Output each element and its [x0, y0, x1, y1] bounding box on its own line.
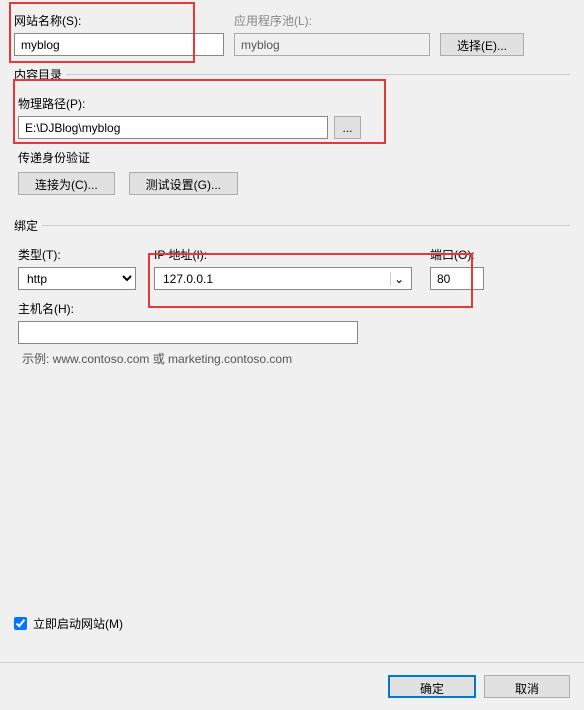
- binding-ip-input[interactable]: [159, 272, 390, 286]
- content-dir-fieldset: 内容目录 物理路径(P): ... 传递身份验证 连接为(C)... 测试设置(…: [14, 66, 570, 207]
- site-name-input[interactable]: [14, 33, 224, 56]
- cancel-button[interactable]: 取消: [484, 675, 570, 698]
- binding-ip-label: IP 地址(I):: [154, 246, 412, 263]
- hostname-example: 示例: www.contoso.com 或 marketing.contoso.…: [18, 350, 566, 367]
- app-pool-label: 应用程序池(L):: [234, 12, 430, 29]
- browse-path-button[interactable]: ...: [334, 116, 361, 139]
- binding-fieldset: 绑定 类型(T): http IP 地址(I): ⌄: [14, 217, 570, 375]
- binding-type-label: 类型(T):: [18, 246, 136, 263]
- binding-type-select[interactable]: http: [18, 267, 136, 290]
- start-immediately-checkbox[interactable]: [14, 617, 27, 630]
- hostname-label: 主机名(H):: [18, 300, 358, 317]
- select-app-pool-button[interactable]: 选择(E)...: [440, 33, 524, 56]
- passthrough-auth-label: 传递身份验证: [18, 149, 566, 166]
- ok-button[interactable]: 确定: [388, 675, 476, 698]
- binding-port-input[interactable]: [430, 267, 484, 290]
- physical-path-label: 物理路径(P):: [18, 95, 566, 112]
- test-settings-button[interactable]: 测试设置(G)...: [129, 172, 238, 195]
- chevron-down-icon[interactable]: ⌄: [390, 272, 407, 286]
- connect-as-button[interactable]: 连接为(C)...: [18, 172, 115, 195]
- app-pool-input: [234, 33, 430, 56]
- binding-legend: 绑定: [14, 217, 42, 234]
- binding-port-label: 端口(O):: [430, 246, 484, 263]
- physical-path-input[interactable]: [18, 116, 328, 139]
- binding-ip-combo[interactable]: ⌄: [154, 267, 412, 290]
- hostname-input[interactable]: [18, 321, 358, 344]
- site-name-label: 网站名称(S):: [14, 12, 224, 29]
- content-dir-legend: 内容目录: [14, 66, 66, 83]
- start-immediately-label: 立即启动网站(M): [33, 615, 123, 632]
